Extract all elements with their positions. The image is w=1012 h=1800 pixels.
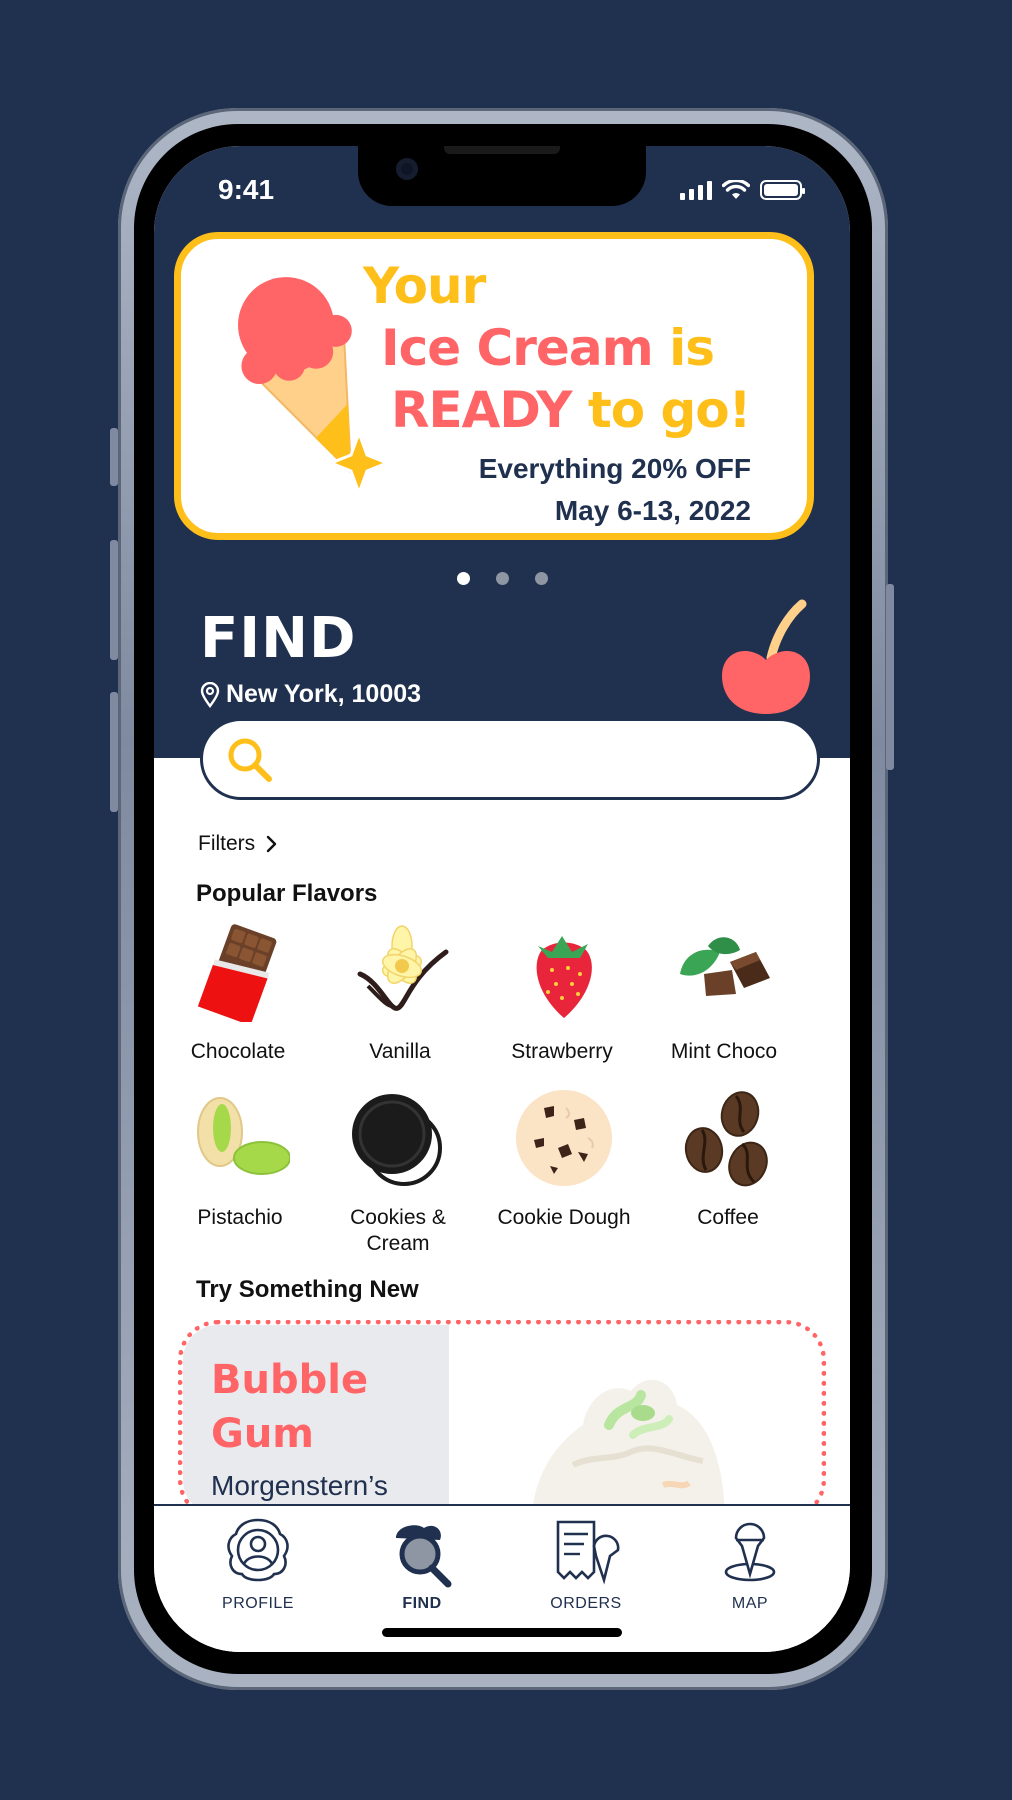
tab-label: FIND [402,1595,442,1612]
location-selector[interactable]: New York, 10003 [200,680,421,709]
oreo-cookie-icon [352,1094,442,1186]
filters-button[interactable]: Filters [198,832,277,856]
status-icons [680,180,805,200]
carousel-dots [154,572,850,585]
banner-line-1: Your [363,257,486,315]
banner-is: is [669,319,715,377]
flavor-label: Strawberry [511,1040,613,1063]
page-title: FIND [200,606,357,671]
flavor-mint-choco[interactable]: Mint Choco [654,922,794,1065]
search-icon [228,738,272,782]
flavor-label: Mint Choco [670,1040,778,1063]
banner-your: Your [363,257,486,315]
featured-flavor-card[interactable]: Bubble Gum Morgenstern’s New York, NY [178,1320,826,1520]
battery-icon [760,180,805,200]
speaker [444,146,560,154]
search-input[interactable] [289,731,793,789]
carousel-dot[interactable] [534,572,548,585]
profile-icon [227,1518,289,1582]
vanilla-flower-icon [357,925,449,1011]
notch [358,146,646,206]
app-screen: 9:41 Your Ice Cream is READY to go! Ever… [154,146,850,1652]
cherry-icon [722,599,810,714]
tab-orders[interactable]: ORDERS [526,1516,646,1613]
flavor-cookies-cream[interactable]: Cookies & Cream [328,1088,468,1257]
tab-profile[interactable]: PROFILE [198,1516,318,1613]
mint-chocolate-icon [680,937,770,996]
popular-flavors-title: Popular Flavors [196,880,378,907]
tab-label: MAP [731,1595,769,1612]
silent-switch [110,428,118,486]
pistachio-icon [197,1097,291,1175]
tab-find[interactable]: FIND [362,1516,482,1613]
cookie-dough-icon [516,1090,612,1186]
location-text: New York, 10003 [226,680,422,708]
tab-label: ORDERS [550,1595,622,1612]
carousel-dot[interactable] [495,572,509,585]
volume-up-button [110,540,118,660]
flavor-chocolate[interactable]: Chocolate [168,922,308,1065]
search-bar[interactable] [200,718,820,800]
wifi-icon [722,180,750,199]
map-pin-icon [724,1522,776,1582]
tab-label: PROFILE [222,1595,294,1612]
strawberry-icon [536,936,592,1018]
flavor-cookie-dough[interactable]: Cookie Dough [494,1088,634,1231]
location-pin-icon [200,681,220,708]
flavor-label: Vanilla [369,1040,431,1063]
featured-flavor-name: Bubble Gum [211,1357,369,1457]
bubble-gum-scoop-image [532,1379,725,1515]
flavor-label: Cookie Dough [497,1206,631,1229]
power-button [886,584,894,770]
banner-dates: May 6-13, 2022 [554,495,751,526]
banner-discount: Everything 20% OFF [478,453,751,484]
banner-ready: READY [391,381,572,439]
flavor-pistachio[interactable]: Pistachio [170,1088,310,1231]
orders-icon [556,1520,620,1585]
featured-flavor-info: Bubble Gum Morgenstern’s New York, NY [183,1325,449,1515]
flavor-strawberry[interactable]: Strawberry [492,922,632,1065]
banner-line-2: Ice Cream is [381,319,715,377]
flavor-label: Chocolate [190,1040,286,1063]
flavor-label: Coffee [697,1206,759,1229]
chevron-right-icon [266,835,277,853]
filters-label: Filters [198,832,256,855]
tab-map[interactable]: MAP [690,1516,810,1613]
coffee-beans-icon [684,1091,768,1187]
find-icon [396,1525,452,1588]
banner-ice-cream: Ice Cream [381,319,654,377]
carousel-dot[interactable] [456,572,470,585]
promo-banner[interactable]: Your Ice Cream is READY to go! Everythin… [174,232,814,540]
banner-to-go: to go! [587,381,752,439]
flavor-label: Cookies & Cream [350,1206,446,1255]
flavor-label: Pistachio [197,1206,283,1229]
flavor-coffee[interactable]: Coffee [658,1088,798,1231]
chocolate-bar-icon [197,924,277,1026]
try-something-new-title: Try Something New [196,1276,419,1303]
banner-line-3: READY to go! [391,381,752,439]
camera-icon [396,158,418,180]
volume-down-button [110,692,118,812]
flavor-vanilla[interactable]: Vanilla [330,922,470,1065]
status-time: 9:41 [218,174,275,205]
home-indicator[interactable] [382,1628,622,1637]
signal-icon [680,181,712,200]
